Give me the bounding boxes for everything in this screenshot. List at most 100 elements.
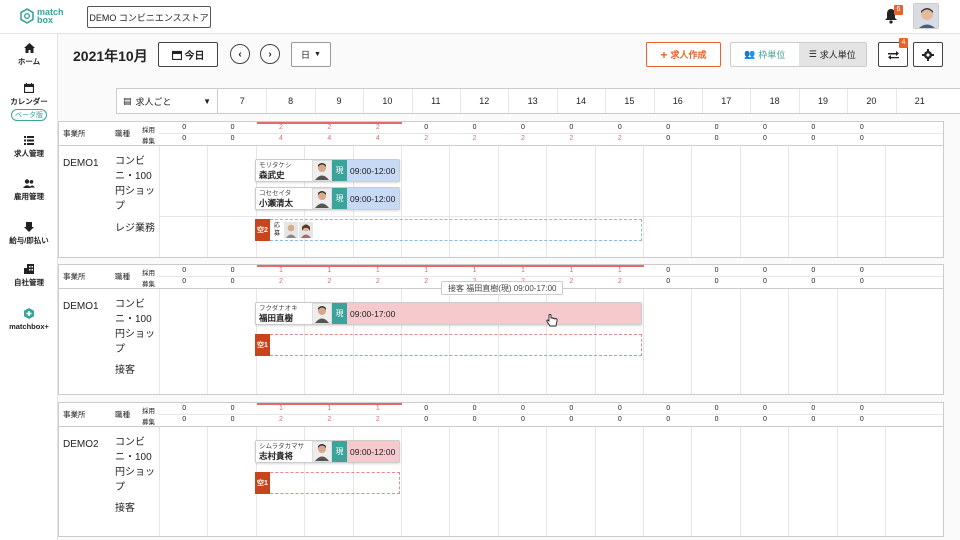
job-type: コンビ ニ・100 円ショップ bbox=[115, 435, 159, 495]
shift-card[interactable]: モリタケシ 森武史現 09:00-12:00 bbox=[255, 159, 400, 182]
day-header[interactable]: 17 bbox=[702, 89, 750, 113]
hired-count: 0 bbox=[859, 124, 864, 131]
vacancy-slot[interactable]: 空1 bbox=[255, 334, 642, 356]
job-type-line: 円ショッ bbox=[115, 186, 155, 197]
status-badge: 現 bbox=[332, 188, 347, 209]
status-badge: 現 bbox=[332, 303, 347, 324]
day-header[interactable]: 19 bbox=[799, 89, 847, 113]
task-name: 接客 bbox=[115, 365, 135, 376]
hired-count: 1 bbox=[424, 267, 429, 274]
sidebar-item-label: 求人管理 bbox=[14, 149, 44, 158]
create-job-button[interactable]: + 求人作成 bbox=[646, 42, 721, 67]
day-header[interactable]: 15 bbox=[605, 89, 653, 113]
hired-row-label: 採用 bbox=[142, 408, 155, 415]
worker-kana: シムラタカマサ bbox=[259, 443, 305, 450]
open-count: 2 bbox=[617, 278, 622, 285]
prev-button[interactable]: ‹ bbox=[230, 44, 250, 64]
open-row-label: 募集 bbox=[142, 419, 155, 426]
task-name: レジ業務 bbox=[115, 223, 155, 234]
open-count: 0 bbox=[569, 416, 574, 423]
sidebar-item-company[interactable]: 自社管理 bbox=[0, 264, 58, 288]
logo-text: match box bbox=[37, 7, 64, 25]
open-count: 0 bbox=[230, 278, 235, 285]
hired-count: 2 bbox=[375, 124, 380, 131]
worker-name: 志村貴将 bbox=[259, 451, 294, 461]
hired-count: 0 bbox=[569, 405, 574, 412]
open-count: 0 bbox=[230, 416, 235, 423]
shift-card[interactable]: フクダナオキ 福田直樹現 09:00-17:00 bbox=[255, 302, 642, 325]
hired-count: 0 bbox=[472, 124, 477, 131]
home-icon bbox=[23, 43, 35, 53]
hired-count: 0 bbox=[230, 267, 235, 274]
applicant-avatars[interactable] bbox=[284, 222, 313, 238]
sidebar-item-home[interactable]: ホーム bbox=[0, 43, 58, 67]
hired-count: 0 bbox=[714, 405, 719, 412]
hired-count: 0 bbox=[811, 267, 816, 274]
day-header[interactable]: 14 bbox=[557, 89, 605, 113]
grid-divider bbox=[885, 289, 886, 394]
calendar-header: ▤ 求人ごと ▼ 7 8 9 10 11 12 13 14 15 16 17 18 19 20 21 bbox=[116, 88, 960, 114]
applicant-photo-icon bbox=[284, 222, 298, 238]
day-header[interactable]: 9 bbox=[315, 89, 363, 113]
open-count: 0 bbox=[472, 416, 477, 423]
open-count: 4 bbox=[327, 135, 332, 142]
user-avatar[interactable] bbox=[913, 3, 939, 29]
open-count: 4 bbox=[279, 135, 283, 142]
hired-count: 1 bbox=[472, 267, 477, 274]
hired-count: 1 bbox=[617, 267, 622, 274]
grid-divider bbox=[497, 427, 499, 536]
grid-icon: ▤ bbox=[123, 95, 132, 106]
open-count: 2 bbox=[327, 278, 332, 285]
sidebar-item-label: matchbox+ bbox=[9, 322, 49, 331]
shift-worker: コセセイタ 小瀬清太 bbox=[256, 188, 312, 209]
view-select[interactable]: 日 ▼ bbox=[291, 42, 331, 67]
list-icon bbox=[24, 136, 34, 145]
day-header[interactable]: 16 bbox=[654, 89, 702, 113]
day-divider bbox=[508, 89, 510, 113]
day-header[interactable]: 12 bbox=[460, 89, 508, 113]
slot-unit-tab[interactable]: 👥 枠単位 bbox=[731, 43, 799, 66]
slot-unit-label: 枠単位 bbox=[758, 50, 786, 60]
grid-divider bbox=[159, 427, 160, 536]
day-header[interactable]: 7 bbox=[218, 89, 266, 113]
day-header[interactable]: 13 bbox=[508, 89, 556, 113]
sidebar-item-employment[interactable]: 雇用管理 bbox=[0, 179, 58, 202]
job-type-line: コンビ bbox=[115, 437, 145, 448]
today-button[interactable]: 今日 bbox=[158, 42, 218, 67]
hired-count: 0 bbox=[666, 405, 671, 412]
day-header[interactable]: 18 bbox=[750, 89, 798, 113]
vacancy-slot[interactable]: 空2 応募 bbox=[255, 219, 642, 241]
sidebar-item-matchbox-plus[interactable]: matchbox+ bbox=[0, 308, 58, 331]
vacancy-slot[interactable]: 空1 bbox=[255, 472, 400, 494]
matchbox-logo[interactable]: match box bbox=[20, 7, 64, 25]
group-by-select[interactable]: ▤ 求人ごと ▼ bbox=[117, 89, 218, 113]
store-selector-button[interactable]: DEMO コンビニエンスストア bbox=[87, 6, 211, 28]
status-badge: 現 bbox=[332, 441, 347, 462]
group-by-value: 求人ごと bbox=[135, 96, 172, 107]
hired-count: 0 bbox=[569, 124, 574, 131]
grid-divider bbox=[159, 289, 160, 394]
day-header[interactable]: 8 bbox=[266, 89, 314, 113]
job-unit-tab[interactable]: ☰ 求人単位 bbox=[798, 43, 866, 66]
hired-count: 0 bbox=[617, 124, 622, 131]
day-header[interactable]: 10 bbox=[363, 89, 411, 113]
worker-kana: モリタケシ bbox=[259, 162, 292, 169]
shift-card[interactable]: シムラタカマサ 志村貴将現 09:00-12:00 bbox=[255, 440, 400, 463]
month-title: 2021年10月 bbox=[73, 48, 148, 64]
worker-name: 森武史 bbox=[259, 170, 285, 180]
day-header[interactable]: 11 bbox=[412, 89, 460, 113]
sidebar-item-label: カレンダー bbox=[10, 97, 48, 106]
next-button[interactable]: › bbox=[260, 44, 280, 64]
hired-count: 1 bbox=[279, 405, 283, 412]
shift-card[interactable]: コセセイタ 小瀬清太現 09:00-12:00 bbox=[255, 187, 400, 210]
sidebar-item-payroll[interactable]: 給与/即払い bbox=[0, 222, 58, 246]
hired-row-label: 採用 bbox=[142, 270, 155, 277]
job-col-label: 職種 bbox=[115, 129, 130, 138]
open-count: 2 bbox=[279, 278, 283, 285]
sidebar-item-calendar[interactable]: カレンダー ベータ版 bbox=[0, 83, 58, 121]
day-header[interactable]: 20 bbox=[847, 89, 895, 113]
day-header[interactable]: 21 bbox=[896, 89, 944, 113]
sidebar-item-jobs[interactable]: 求人管理 bbox=[0, 136, 58, 159]
settings-button[interactable] bbox=[913, 42, 943, 67]
grid-divider bbox=[691, 289, 693, 394]
